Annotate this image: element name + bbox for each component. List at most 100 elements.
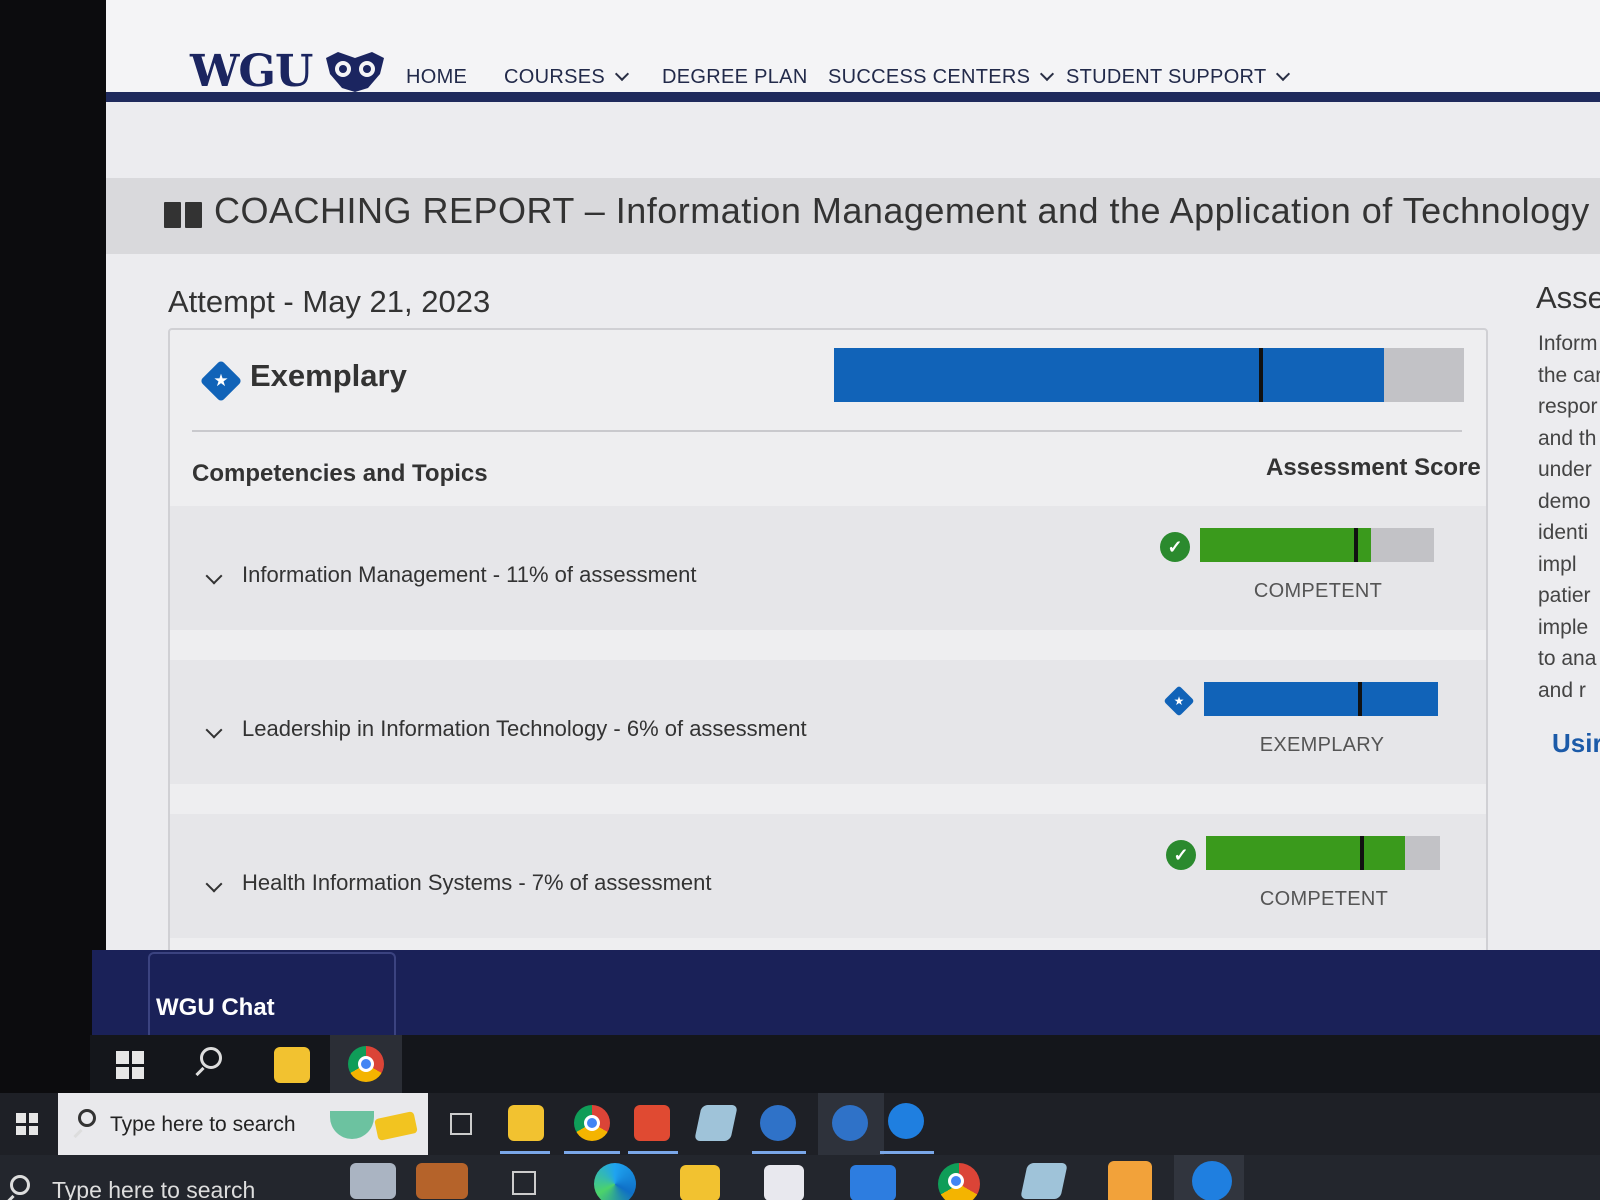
search-highlight-icon <box>330 1111 374 1139</box>
chrome-icon[interactable] <box>938 1163 980 1200</box>
app-icon[interactable] <box>1108 1161 1152 1200</box>
search-highlight-icon <box>374 1111 418 1141</box>
active-indicator <box>628 1151 678 1154</box>
briefcase-icon[interactable] <box>416 1163 468 1199</box>
notes-app-icon[interactable] <box>694 1105 738 1141</box>
wgu-chat-label: WGU Chat <box>156 994 275 1021</box>
score-bar-fill <box>1204 682 1438 716</box>
exemplary-star-icon: ★ <box>199 359 243 403</box>
active-indicator <box>564 1151 620 1154</box>
mail-icon[interactable] <box>850 1165 896 1200</box>
nav-student-support[interactable]: STUDENT SUPPORT <box>1066 66 1291 89</box>
photo-app-icon[interactable] <box>350 1163 396 1199</box>
competency-row[interactable]: Leadership in Information Technology - 6… <box>170 660 1486 784</box>
chrome-icon[interactable] <box>348 1046 384 1082</box>
passing-cutoff-marker <box>1360 836 1365 870</box>
passing-cutoff-marker <box>1354 528 1359 562</box>
search-icon[interactable] <box>200 1047 222 1069</box>
score-bar-fill <box>834 348 1384 402</box>
side-panel-line: and th <box>1538 426 1597 450</box>
side-panel-link[interactable]: Usir <box>1552 728 1600 759</box>
task-view-icon[interactable] <box>512 1171 536 1195</box>
taskbar-search-box[interactable]: Type here to search <box>58 1093 428 1155</box>
windows-start-icon[interactable] <box>16 1113 38 1135</box>
edge-icon[interactable] <box>594 1163 636 1200</box>
side-panel-line: to ana <box>1538 647 1597 670</box>
side-panel-line: Inform <box>1538 332 1598 355</box>
nav-home[interactable]: HOME <box>406 66 467 89</box>
r-app-icon[interactable] <box>832 1105 868 1141</box>
store-icon[interactable] <box>764 1165 804 1200</box>
search-icon <box>78 1109 96 1127</box>
chevron-down-icon[interactable] <box>205 875 223 893</box>
owl-logo-icon <box>326 52 384 92</box>
competency-status: COMPETENT <box>1259 888 1389 910</box>
exemplary-star-icon: ★ <box>1163 685 1195 717</box>
chevron-down-icon <box>614 66 630 82</box>
chevron-down-icon <box>1276 66 1291 82</box>
chevron-down-icon[interactable] <box>205 567 223 585</box>
competency-row[interactable]: Information Management - 11% of assessme… <box>170 506 1486 630</box>
overall-result-label: Exemplary <box>250 358 407 393</box>
side-panel-line: under <box>1538 458 1592 481</box>
chrome-icon[interactable] <box>574 1105 610 1141</box>
side-panel-line: and r <box>1538 678 1586 702</box>
r-app-icon[interactable] <box>760 1105 796 1141</box>
competency-label: Health Information Systems - 7% of asses… <box>242 870 712 895</box>
attempt-date: Attempt - May 21, 2023 <box>168 284 491 319</box>
page-title: COACHING REPORT – Information Management… <box>214 190 1590 231</box>
file-explorer-icon[interactable] <box>680 1165 720 1200</box>
remote-app-icon[interactable] <box>634 1105 670 1141</box>
side-panel-description: Inform the car respor and th under demo … <box>1538 328 1600 706</box>
passing-cutoff-marker <box>1358 682 1363 716</box>
competency-status: COMPETENT <box>1253 580 1383 602</box>
file-explorer-icon[interactable] <box>508 1105 544 1141</box>
competency-score-bar <box>1200 528 1434 562</box>
report-card: ★ Exemplary Competencies and Topics Asse… <box>168 328 1488 960</box>
side-panel-line: the car <box>1538 363 1600 387</box>
nav-courses[interactable]: COURSES <box>504 66 630 89</box>
side-panel-heading: Asse <box>1536 280 1600 315</box>
wgu-logo[interactable]: WGU <box>190 46 313 97</box>
side-panel-line: demo <box>1538 489 1591 513</box>
taskbar-main: Type here to search <box>0 1093 1600 1155</box>
assessment-score-header: Assessment Score <box>1266 454 1481 481</box>
search-icon[interactable] <box>10 1175 30 1195</box>
side-panel-line: impl <box>1538 552 1577 576</box>
search-placeholder: Type here to search <box>52 1177 256 1200</box>
side-panel-line: imple <box>1538 615 1589 639</box>
check-circle-icon: ✓ <box>1160 532 1190 562</box>
windows-start-icon[interactable] <box>116 1051 144 1079</box>
passing-cutoff-marker <box>1259 348 1264 402</box>
competency-score-bar <box>1206 836 1440 870</box>
remote-desktop-icon[interactable] <box>1192 1161 1232 1200</box>
coaching-report-banner: COACHING REPORT – Information Management… <box>106 178 1600 254</box>
screen-photo: WGU HOME COURSES DEGREE PLAN SUCCESS CEN… <box>0 0 1600 1200</box>
active-indicator <box>880 1151 934 1154</box>
file-explorer-icon[interactable] <box>274 1047 310 1083</box>
competency-row[interactable]: Health Information Systems - 7% of asses… <box>170 814 1486 938</box>
book-icon <box>164 202 202 228</box>
divider <box>192 430 1462 432</box>
wgu-chat-tab[interactable]: WGU Chat <box>148 952 396 1042</box>
search-placeholder: Type here to search <box>110 1113 296 1136</box>
competency-label: Leadership in Information Technology - 6… <box>242 716 807 741</box>
browser-page: WGU HOME COURSES DEGREE PLAN SUCCESS CEN… <box>106 0 1600 960</box>
nav-success-centers[interactable]: SUCCESS CENTERS <box>828 66 1055 89</box>
side-panel-line: patier <box>1538 584 1591 607</box>
chevron-down-icon <box>1040 66 1055 82</box>
remote-desktop-icon[interactable] <box>888 1103 924 1139</box>
score-bar-fill <box>1200 528 1371 562</box>
top-navigation: WGU HOME COURSES DEGREE PLAN SUCCESS CEN… <box>106 0 1600 102</box>
nav-degree-plan[interactable]: DEGREE PLAN <box>662 66 808 89</box>
notes-app-icon[interactable] <box>1020 1163 1068 1199</box>
competency-label: Information Management - 11% of assessme… <box>242 562 697 587</box>
taskbar-outer: Type here to search <box>0 1155 1600 1200</box>
check-circle-icon: ✓ <box>1166 840 1196 870</box>
competency-status: EXEMPLARY <box>1259 734 1385 756</box>
competencies-header: Competencies and Topics <box>192 460 488 487</box>
side-panel-line: respor <box>1538 395 1598 418</box>
score-bar-fill <box>1206 836 1405 870</box>
task-view-icon[interactable] <box>450 1113 472 1135</box>
chevron-down-icon[interactable] <box>205 721 223 739</box>
